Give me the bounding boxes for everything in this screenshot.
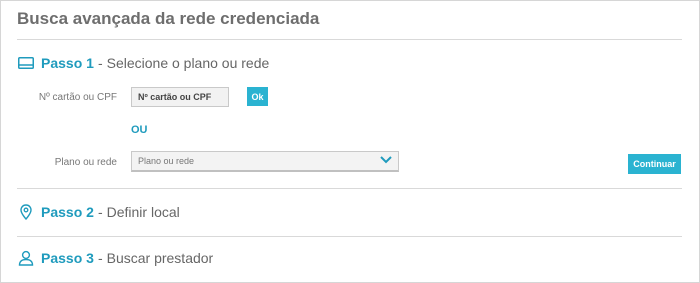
step-3-header[interactable]: Passo 3 - Buscar prestador (17, 247, 213, 269)
ok-button[interactable]: Ok (247, 87, 268, 106)
card-icon (17, 54, 35, 72)
continue-button[interactable]: Continuar (628, 154, 681, 174)
location-pin-icon (17, 203, 35, 221)
step-1-description: Selecione o plano ou rede (106, 55, 270, 71)
chevron-down-icon (380, 156, 392, 166)
step-1-number: Passo 1 (41, 55, 94, 71)
step-2-divider (17, 236, 682, 237)
or-label: OU (131, 124, 148, 136)
plan-select[interactable]: Plano ou rede (131, 151, 399, 172)
step-3-separator: - (97, 250, 103, 266)
step-2-separator: - (97, 204, 103, 220)
step-1-separator: - (97, 55, 103, 71)
step-3-description: Buscar prestador (106, 250, 214, 266)
plan-select-value: Plano ou rede (138, 156, 195, 166)
step-1-header[interactable]: Passo 1 - Selecione o plano ou rede (17, 52, 269, 74)
step-2-description: Definir local (106, 204, 180, 220)
advanced-search-panel: Busca avançada da rede credenciada Passo… (0, 0, 700, 283)
person-icon (17, 249, 35, 267)
step-3-number: Passo 3 (41, 250, 94, 266)
title-divider (17, 39, 682, 40)
step-2-number: Passo 2 (41, 204, 94, 220)
card-number-input[interactable] (131, 87, 229, 107)
plan-label: Plano ou rede (54, 157, 117, 168)
step-2-header[interactable]: Passo 2 - Definir local (17, 201, 180, 223)
step-1-divider (17, 188, 682, 189)
page-title: Busca avançada da rede credenciada (17, 9, 320, 28)
card-number-label: Nº cartão ou CPF (38, 92, 117, 103)
